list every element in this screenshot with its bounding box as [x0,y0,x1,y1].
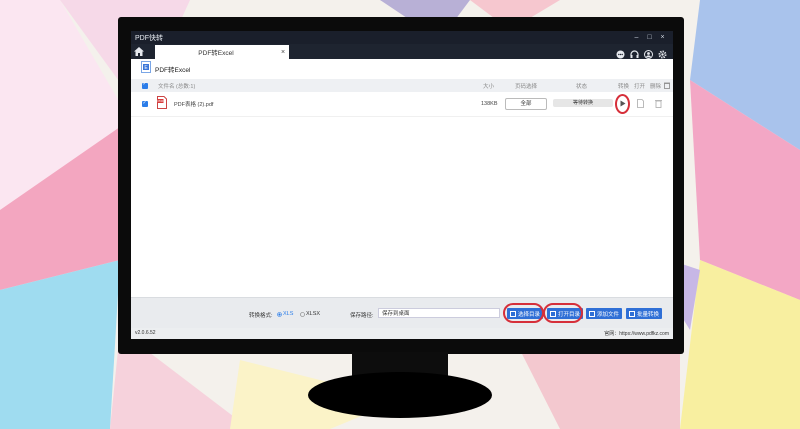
delete-row-icon[interactable] [655,99,662,110]
maximize-button[interactable]: □ [643,34,656,41]
monitor-stand-base [308,372,492,418]
section-header: E PDF转Excel [131,59,673,79]
page-select-button[interactable]: 全部 [505,98,547,110]
version-text: v2.0.6.52 [135,330,156,336]
trash-icon[interactable] [664,82,670,91]
format-option-xlsx[interactable]: XLSX [300,311,320,317]
col-convert-header: 转换 [618,83,630,90]
format-option-xls[interactable]: XLS [277,311,293,317]
save-path-input[interactable]: 保存到桌面 [378,308,500,318]
col-open-header: 打开 [634,83,646,90]
format-xls-label: XLS [283,311,294,317]
app-window: PDF快转 – □ × PDF转Excel × E PDF转Excel 文件名 … [131,31,673,339]
col-name-header: 文件名 (总数:1) [158,83,196,90]
batch-convert-label: 批量转换 [637,311,660,318]
col-status-header: 状态 [576,83,588,90]
tab-pdf-to-excel[interactable]: PDF转Excel × [155,45,289,59]
section-title: PDF转Excel [155,67,191,74]
choose-dir-highlight-ring [503,303,544,323]
home-icon[interactable] [131,44,147,59]
radio-unselected-icon [300,311,305,317]
headset-icon[interactable] [630,46,639,58]
save-path-label: 保存路径: [350,313,374,319]
app-title: PDF快转 [135,34,163,42]
file-name: PDF表格 (2).pdf [174,102,214,108]
gear-icon[interactable] [658,46,667,59]
footer-toolbar: 转换格式: XLS XLSX 保存路径: 保存到桌面 选择目录 打开目录 添加文… [131,297,673,329]
tab-close-icon[interactable]: × [277,49,289,56]
chat-icon[interactable] [616,46,625,59]
pdf-file-icon: PDF [157,96,167,111]
convert-icon [629,310,635,317]
open-dir-highlight-ring [543,303,583,323]
row-checkbox[interactable] [142,100,148,107]
status-progress: 等待转换 [553,99,613,107]
select-all-checkbox[interactable] [142,81,148,89]
user-icon[interactable] [644,46,653,59]
excel-file-icon: E [141,60,151,78]
table-row[interactable]: PDF PDF表格 (2).pdf 138KB 全部 等待转换 [131,92,673,117]
tab-bar: PDF转Excel × [131,44,673,59]
plus-icon [589,310,595,317]
table-header: 文件名 (总数:1) 大小 页码选择 状态 转换 打开 删除 [131,79,673,92]
add-file-button[interactable]: 添加文件 [586,308,623,319]
convert-highlight-ring [615,94,630,114]
add-file-label: 添加文件 [597,311,620,318]
format-xlsx-label: XLSX [306,311,321,317]
title-bar: PDF快转 – □ × [131,31,673,44]
col-delete-header: 删除 [650,83,662,90]
open-file-icon[interactable] [637,99,644,110]
col-size-header: 大小 [483,83,495,90]
batch-convert-button[interactable]: 批量转换 [626,308,663,319]
minimize-button[interactable]: – [630,34,643,41]
col-pages-header: 页码选择 [515,83,538,90]
format-label: 转换格式: [249,313,273,319]
svg-text:PDF: PDF [158,99,164,103]
radio-selected-icon [277,311,282,317]
status-bar: v2.0.6.52 官网：https://www.pdfkz.com [131,328,673,339]
tab-label: PDF转Excel [198,50,234,57]
website-link[interactable]: 官网：https://www.pdfkz.com [604,330,669,337]
file-size: 138KB [481,101,498,107]
close-button[interactable]: × [656,34,669,41]
